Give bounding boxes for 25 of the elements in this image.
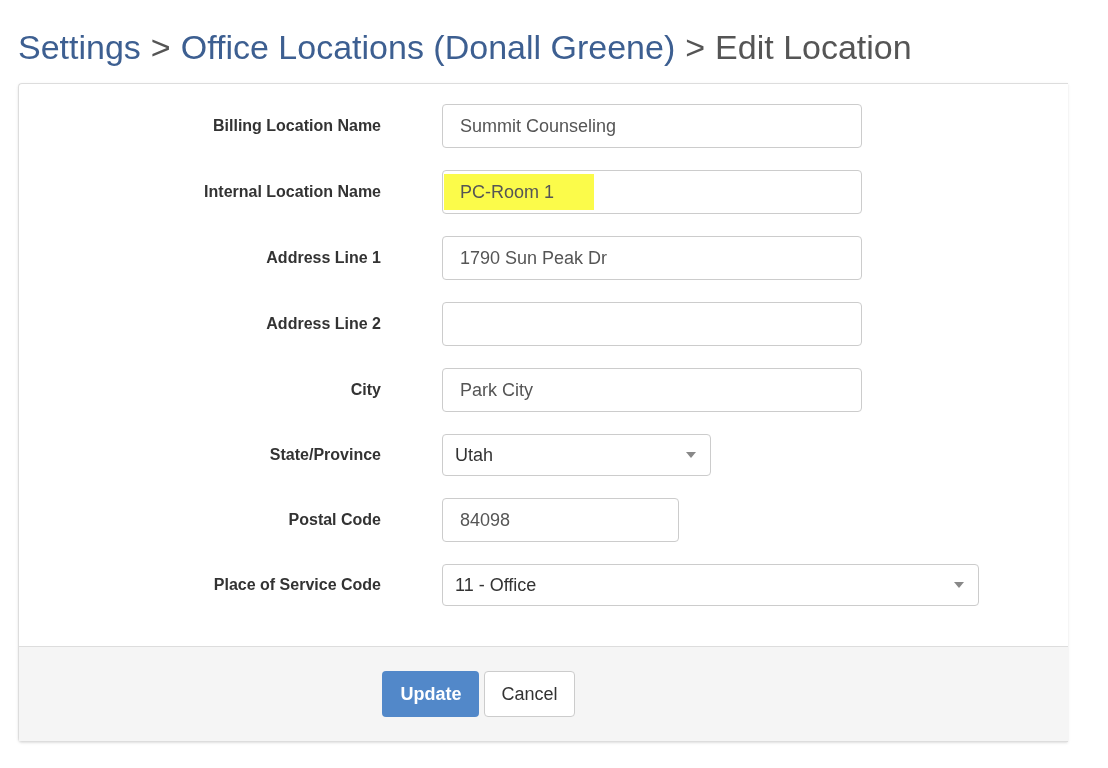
input-field[interactable] — [442, 302, 862, 346]
field-label: Place of Service Code — [212, 575, 381, 595]
breadcrumb-current: Edit Location — [715, 27, 912, 68]
field-label: State/Province — [268, 445, 381, 465]
input-field[interactable]: 84098 — [442, 498, 679, 542]
cancel-button[interactable]: Cancel — [484, 671, 575, 717]
field-label: Address Line 2 — [265, 314, 381, 334]
breadcrumb-separator: > — [150, 27, 171, 68]
input-field[interactable]: PC-Room 1 — [442, 170, 862, 214]
input-field[interactable]: Park City — [442, 368, 862, 412]
input-field[interactable]: Summit Counseling — [442, 104, 862, 148]
field-label: Billing Location Name — [212, 116, 381, 136]
breadcrumb-link[interactable]: Office Locations (Donall Greene) — [180, 24, 676, 83]
select-field[interactable]: Utah — [442, 434, 711, 476]
field-label: Address Line 1 — [265, 248, 381, 268]
update-button[interactable]: Update — [382, 671, 480, 717]
breadcrumb-link[interactable]: Settings — [18, 24, 141, 83]
field-label: Postal Code — [287, 510, 381, 530]
breadcrumb-separator: > — [685, 27, 706, 68]
select-field[interactable]: 11 - Office — [442, 564, 979, 606]
input-field[interactable]: 1790 Sun Peak Dr — [442, 236, 862, 280]
caret-icon — [686, 452, 696, 458]
field-label: City — [349, 380, 381, 400]
field-label: Internal Location Name — [203, 182, 381, 202]
caret-icon — [954, 582, 964, 588]
